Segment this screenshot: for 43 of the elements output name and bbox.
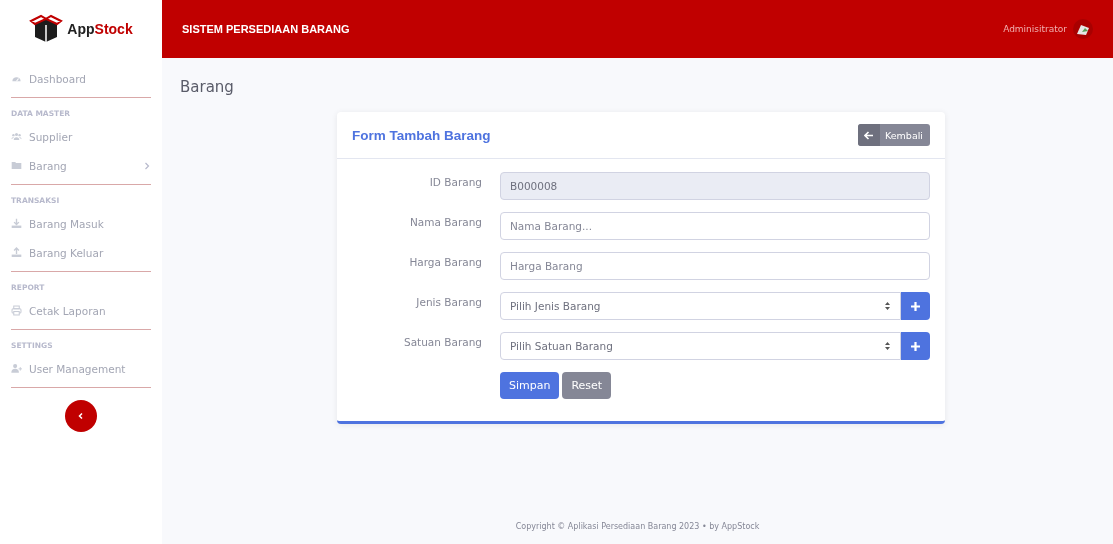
updown-icon	[884, 341, 891, 351]
field-label: Jenis Barang	[414, 295, 482, 310]
page-title: Barang	[180, 78, 235, 96]
save-button[interactable]: Simpan	[500, 372, 560, 399]
plus-icon	[910, 300, 921, 312]
back-button[interactable]: Kembali	[858, 124, 930, 146]
sidebar-toggle-button[interactable]	[65, 400, 97, 432]
chevron-left-icon	[77, 412, 85, 420]
sidebar-item[interactable]: Barang Keluar	[11, 238, 151, 267]
add-button[interactable]	[901, 332, 930, 360]
arrow-left-icon	[864, 130, 874, 140]
folder-icon	[11, 160, 22, 171]
users-icon	[11, 131, 22, 142]
upload-icon	[11, 247, 22, 258]
sidebar-item[interactable]: Barang Masuk	[11, 209, 151, 238]
box-logo-icon	[29, 14, 64, 44]
input-field[interactable]: B000008	[500, 172, 930, 200]
reset-button[interactable]: Reset	[562, 372, 612, 399]
plus-icon	[910, 340, 921, 352]
input-field[interactable]: Harga Barang	[500, 252, 930, 280]
field-label: Harga Barang	[408, 255, 482, 270]
footer-text: Copyright © Aplikasi Persediaan Barang 2023 • by AppStock	[514, 522, 761, 533]
sidebar-item[interactable]: User Management	[11, 354, 151, 383]
field-label: ID Barang	[428, 175, 482, 190]
sidebar-item[interactable]: Cetak Laporan	[11, 296, 151, 325]
field-label: Nama Barang	[409, 215, 482, 230]
sidebar-item[interactable]: Barang	[11, 151, 151, 180]
add-button[interactable]	[901, 292, 930, 320]
card-title: Form Tambah Barang	[352, 127, 491, 143]
printer-icon	[11, 305, 22, 316]
select-field[interactable]: Pilih Satuan Barang	[500, 332, 901, 360]
user-plus-icon	[11, 363, 22, 374]
sidebar-item[interactable]: Dashboard	[11, 64, 151, 93]
sidebar-item[interactable]: Supplier	[11, 122, 151, 151]
user-name[interactable]: Adminisitrator	[1003, 24, 1067, 34]
updown-icon	[884, 301, 891, 311]
download-icon	[11, 218, 22, 229]
input-field[interactable]: Nama Barang...	[500, 212, 930, 240]
field-label: Satuan Barang	[403, 335, 482, 350]
avatar-icon[interactable]	[1073, 19, 1093, 39]
select-field[interactable]: Pilih Jenis Barang	[500, 292, 901, 320]
brand-name: AppStock	[67, 21, 133, 37]
app-title: SISTEM PERSEDIAAN BARANG	[182, 23, 350, 35]
